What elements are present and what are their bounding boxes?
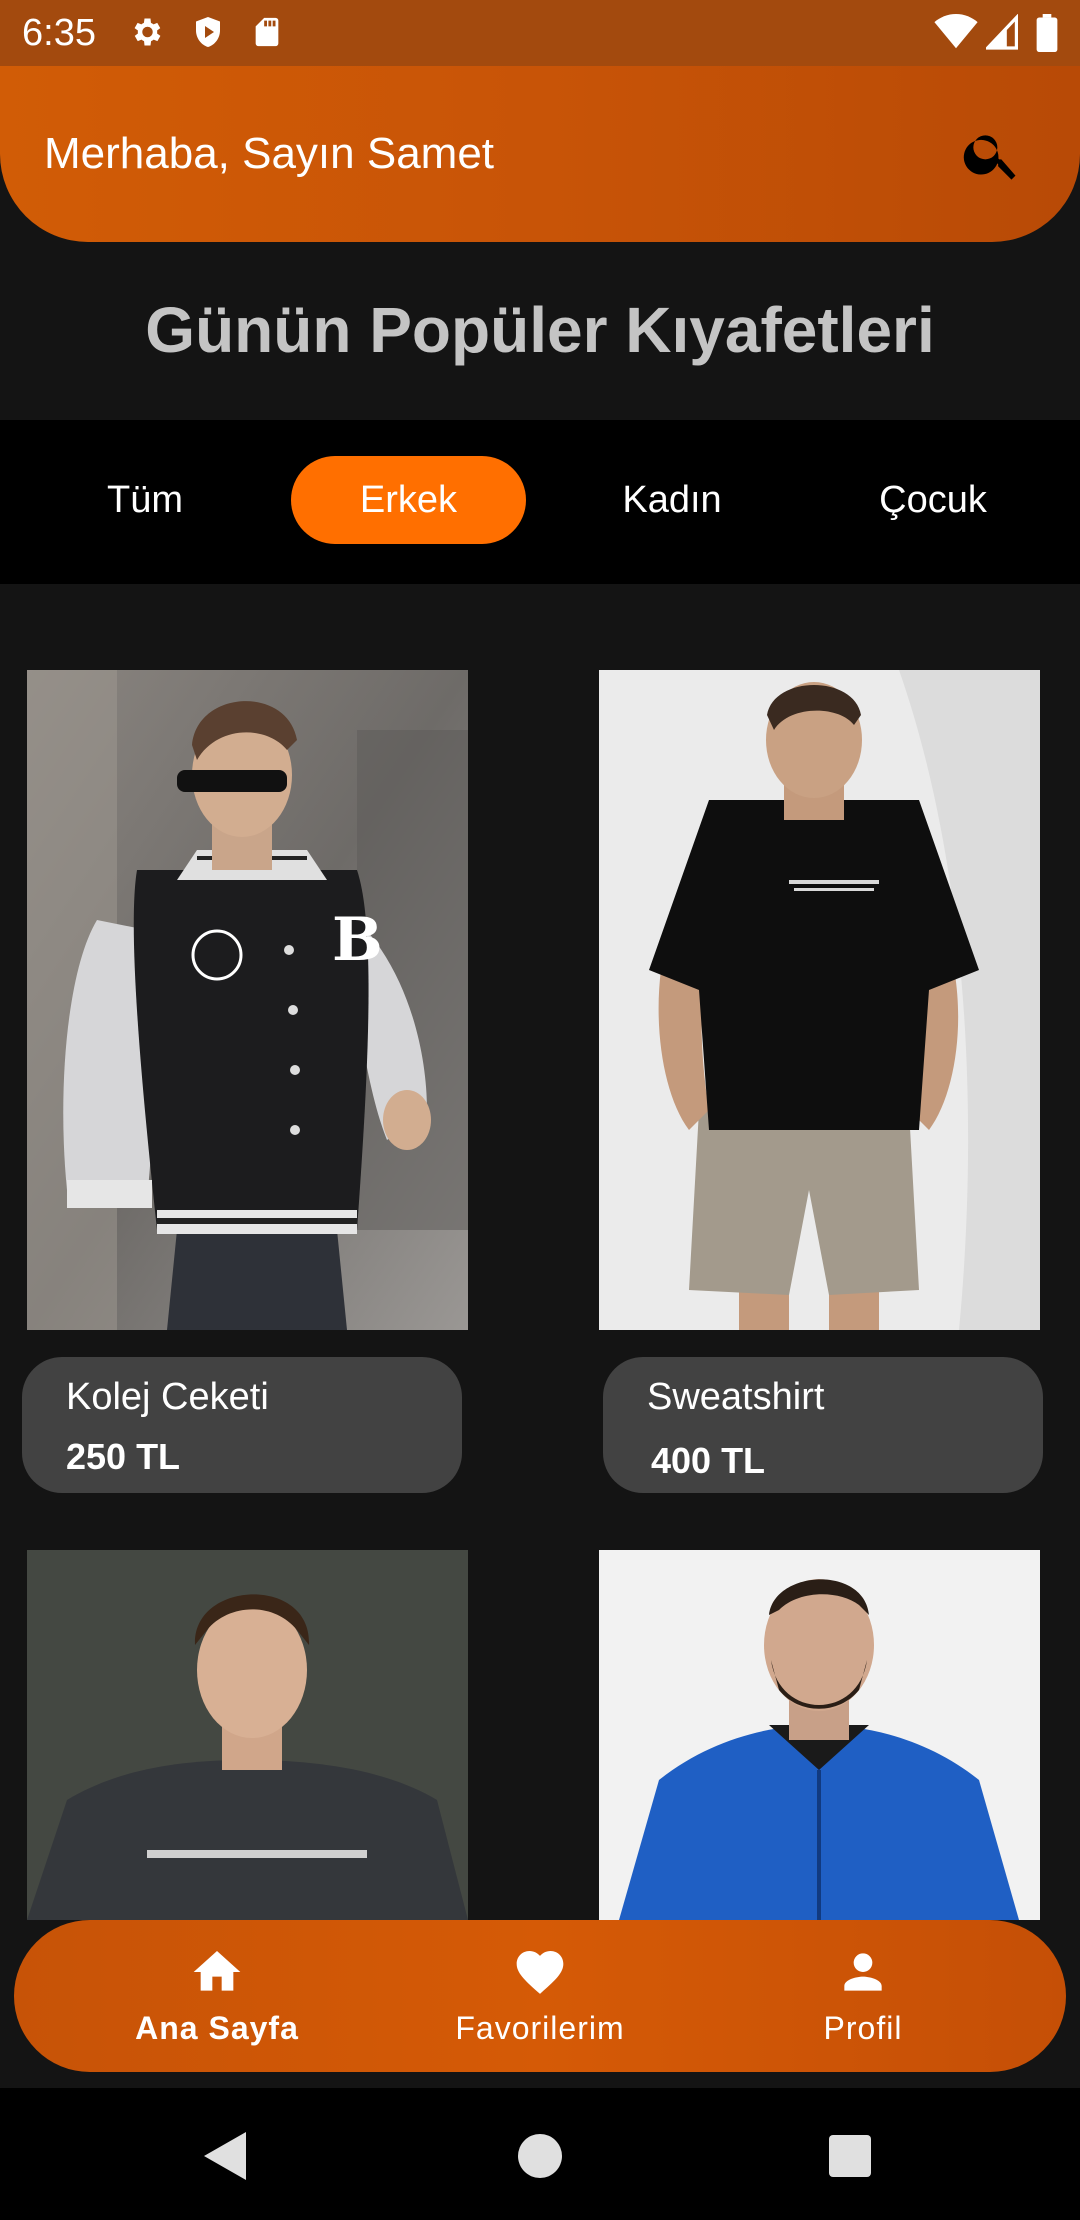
recents-icon[interactable] <box>829 2135 871 2177</box>
tab-kadin[interactable]: Kadın <box>577 456 767 544</box>
product-price: 400 TL <box>651 1440 766 1481</box>
status-time: 6:35 <box>22 12 96 54</box>
search-button[interactable] <box>960 122 1024 186</box>
cell-signal-icon <box>983 13 1018 55</box>
app-screen: 6:35 Merhaba, Sayın Samet Günün Popüler … <box>0 0 1080 2220</box>
varsity-jacket-photo: B <box>27 670 468 1330</box>
heart-icon <box>516 1951 564 1994</box>
svg-text:B: B <box>332 905 383 975</box>
product-name: Kolej Ceketi <box>66 1376 269 1418</box>
product-image-3[interactable] <box>27 1550 468 1920</box>
search-icon <box>963 135 1016 180</box>
shield-play-icon <box>190 14 226 55</box>
product-name: Sweatshirt <box>647 1376 825 1418</box>
product-price: 250 TL <box>66 1436 181 1477</box>
nav-favorilerim[interactable]: Favorilerim <box>390 1920 690 2072</box>
tab-cocuk[interactable]: Çocuk <box>838 456 1028 544</box>
product-card-sweatshirt[interactable]: Sweatshirt 400 TL <box>603 1357 1043 1493</box>
system-navigation-bar <box>0 2088 1080 2220</box>
bottom-navigation: Ana Sayfa Favorilerim Profil <box>14 1920 1066 2072</box>
nav-profil[interactable]: Profil <box>713 1920 1013 2072</box>
greeting-text: Merhaba, Sayın Samet <box>44 129 495 178</box>
back-icon[interactable] <box>204 2132 248 2180</box>
nav-ana-sayfa[interactable]: Ana Sayfa <box>67 1920 367 2072</box>
home-icon <box>193 1951 241 1991</box>
battery-icon <box>1036 14 1058 57</box>
category-tabs: Tüm Erkek Kadın Çocuk <box>0 420 1080 584</box>
tab-tum[interactable]: Tüm <box>50 456 240 544</box>
product-image-4[interactable] <box>599 1550 1040 1920</box>
product-image-kolej-ceketi[interactable]: B <box>27 670 468 1330</box>
product-image-sweatshirt[interactable] <box>599 670 1040 1330</box>
nav-label: Favorilerim <box>455 2010 625 2046</box>
gear-icon <box>128 14 164 55</box>
sweatshirt-photo <box>27 1550 468 1920</box>
person-icon <box>844 1953 882 1991</box>
status-bar: 6:35 <box>0 0 1080 66</box>
wifi-icon <box>934 14 978 55</box>
app-header: Merhaba, Sayın Samet <box>0 66 1080 242</box>
home-circle-icon[interactable] <box>518 2134 562 2178</box>
sd-card-icon <box>250 14 284 55</box>
product-card-kolej-ceketi[interactable]: Kolej Ceketi 250 TL <box>22 1357 462 1493</box>
tshirt-photo <box>599 670 1040 1330</box>
tab-erkek[interactable]: Erkek <box>291 456 526 544</box>
nav-label: Ana Sayfa <box>135 2010 299 2046</box>
nav-label: Profil <box>823 2010 903 2046</box>
page-title: Günün Popüler Kıyafetleri <box>145 294 935 366</box>
hoodie-photo <box>599 1550 1040 1920</box>
